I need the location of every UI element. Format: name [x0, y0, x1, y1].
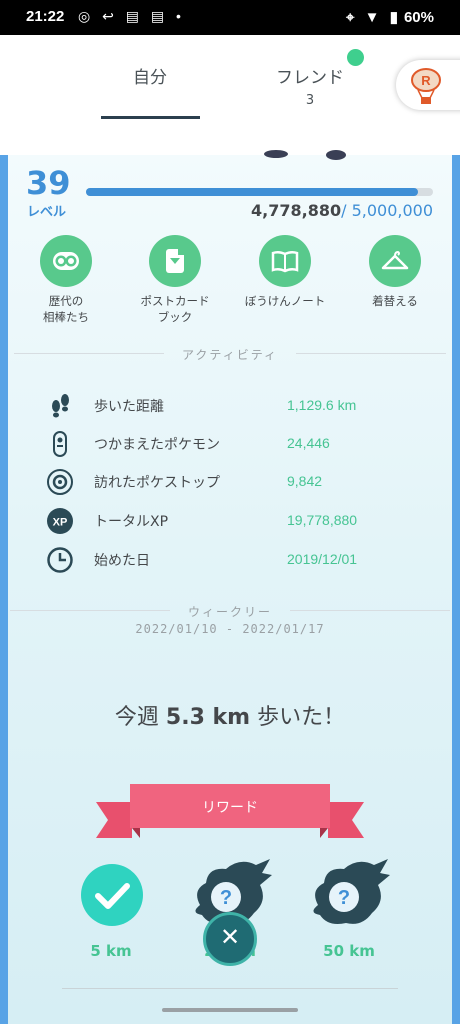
calendar-notification-icon: ▤: [125, 8, 139, 24]
rewards-title: リワード: [202, 800, 258, 816]
svg-text:R: R: [421, 73, 431, 88]
friend-notification-dot: [347, 49, 364, 66]
stat-label-total-xp: トータルXP: [94, 514, 169, 530]
xp-current: 4,778,880: [251, 201, 342, 220]
status-bar: 21:22 ◎ ↩ ▤ ▤ • ⌖ ▼ ▮ 60%: [0, 0, 460, 35]
stat-row-total-xp: XP トータルXP 19,778,880: [46, 506, 436, 536]
wifi-icon: ▼: [364, 9, 380, 26]
battery-icon: ▮: [389, 9, 398, 26]
pokedex-icon: [53, 431, 67, 457]
stat-label-caught: つかまえたポケモン: [94, 437, 220, 453]
close-button[interactable]: ✕: [203, 912, 257, 966]
journal-icon: [271, 250, 299, 273]
stat-value-total-xp: 19,778,880: [287, 512, 358, 528]
window-notification-icon: ▤: [150, 8, 165, 24]
active-tab-indicator: [101, 116, 200, 119]
change-outfit-label: 着替える: [372, 294, 418, 308]
stat-row-caught: つかまえたポケモン 24,446: [46, 429, 436, 459]
status-notification-icons: ◎ ↩ ▤ ▤ •: [78, 8, 189, 25]
tab-self[interactable]: 自分: [100, 63, 200, 88]
svg-text:?: ?: [338, 887, 350, 909]
postcard-book-button[interactable]: [149, 235, 201, 287]
footprints-icon: [52, 394, 69, 418]
svg-text:?: ?: [220, 887, 232, 909]
xp-progress-fill: [86, 188, 418, 196]
tab-friends-label: フレンド: [276, 68, 344, 88]
weekly-distance: 5.3 km: [165, 705, 251, 730]
friend-count: 3: [305, 93, 315, 108]
location-icon: ⌖: [346, 9, 355, 26]
xp-progress-bar: [86, 188, 433, 196]
trainer-avatar-feet: [264, 150, 346, 160]
stat-label-distance: 歩いた距離: [94, 399, 164, 415]
postcard-book-label: ポストカード ブック: [140, 294, 210, 324]
bottom-divider: [62, 988, 398, 989]
tab-friends[interactable]: フレンド 3: [260, 63, 360, 108]
checkmark-icon: [81, 864, 143, 926]
status-time: 21:22: [26, 8, 65, 25]
stat-value-caught: 24,446: [287, 435, 330, 451]
reply-notification-icon: ↩: [102, 8, 114, 24]
journal-label: ぼうけんノート: [244, 294, 326, 308]
reward-5km-label: 5 km: [90, 942, 132, 960]
team-rocket-balloon-button[interactable]: R: [396, 60, 460, 110]
close-icon: ✕: [219, 923, 241, 951]
weekly-date-range: 2022/01/10 - 2022/01/17: [135, 622, 325, 636]
dot-notification-icon: •: [175, 8, 181, 24]
activity-title: アクティビティ: [182, 348, 278, 362]
pokeball-notification-icon: ◎: [78, 8, 91, 24]
buddies-icon: [53, 252, 79, 270]
reward-50km-label: 50 km: [323, 942, 375, 960]
battery-percent: 60%: [403, 9, 434, 26]
xp-progress-text: 4,778,880/ 5,000,000: [251, 201, 433, 220]
stat-row-pokestops: 訪れたポケストップ 9,842: [46, 467, 436, 497]
level-number: 39: [26, 164, 71, 202]
reward-5km[interactable]: [79, 862, 169, 952]
stat-value-pokestops: 9,842: [287, 473, 323, 489]
pokestop-icon: [47, 469, 73, 495]
stat-row-distance: 歩いた距離 1,129.6 km: [46, 391, 436, 421]
stat-label-start-date: 始めた日: [94, 553, 150, 569]
balloon-icon: R: [411, 68, 441, 104]
hanger-icon: [381, 250, 409, 270]
stat-row-start-date: 始めた日 2019/12/01: [46, 545, 436, 575]
stat-value-distance: 1,129.6 km: [287, 397, 357, 413]
postcard-book-icon: [166, 249, 184, 273]
xp-icon-text: XP: [53, 517, 68, 529]
stat-value-start-date: 2019/12/01: [287, 551, 358, 567]
stat-label-pokestops: 訪れたポケストップ: [94, 475, 220, 491]
weekly-title: ウィークリー: [187, 605, 272, 619]
weekly-distance-message: 今週 5.3 km 歩いた！: [114, 705, 346, 730]
xp-icon: XP: [47, 508, 73, 534]
level-label: レベル: [27, 205, 67, 220]
gesture-nav-handle[interactable]: [162, 1008, 298, 1012]
clock-icon: [47, 547, 73, 573]
change-outfit-button[interactable]: [369, 235, 421, 287]
reward-50km[interactable]: ?: [308, 855, 398, 945]
mystery-reward-icon: ?: [313, 859, 390, 924]
journal-button[interactable]: [259, 235, 311, 287]
buddy-history-label: 歴代の 相棒たち: [43, 294, 89, 324]
xp-max: / 5,000,000: [341, 201, 433, 220]
buddy-history-button[interactable]: [40, 235, 92, 287]
profile-header: [0, 35, 460, 155]
status-system-icons: ⌖ ▼ ▮ 60%: [340, 8, 434, 26]
tab-self-label: 自分: [133, 68, 167, 88]
